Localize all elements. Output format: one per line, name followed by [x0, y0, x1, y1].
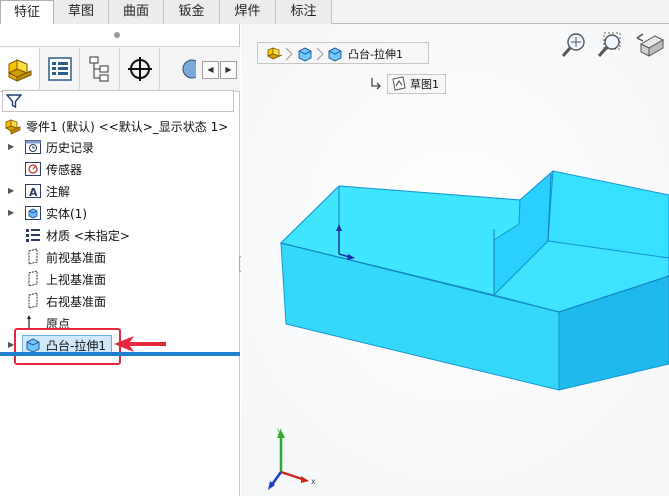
tab-scroll-arrows: ◀ ▶	[202, 61, 238, 79]
panel-tab-row: ◀ ▶	[0, 46, 240, 92]
tree-item-front-plane[interactable]: 前视基准面	[24, 247, 106, 267]
tab-features[interactable]: 特征	[0, 0, 54, 25]
material-icon	[26, 229, 40, 242]
tree-item-annotations[interactable]: A 注解	[24, 181, 70, 201]
tree-item-label: 上视基准面	[46, 272, 107, 287]
triad-x-label: x	[311, 477, 316, 486]
scroll-left-button[interactable]: ◀	[202, 61, 219, 79]
plane-icon	[28, 292, 38, 309]
tree-item-top-plane[interactable]: 上视基准面	[24, 269, 106, 289]
history-folder-icon	[25, 140, 41, 154]
configuration-tree-icon	[89, 56, 108, 81]
tree-item-label: 实体(1)	[46, 206, 87, 221]
expand-arrow[interactable]: ▶	[8, 208, 14, 217]
appearance-sphere-icon	[182, 59, 196, 78]
tree-item-label: 前视基准面	[46, 250, 107, 265]
triad-y-label: y	[277, 426, 282, 435]
tree-item-history[interactable]: 历史记录	[24, 137, 94, 157]
reference-triad: y x	[268, 426, 316, 490]
display-manager-tab[interactable]	[160, 48, 204, 89]
configuration-manager-tab[interactable]	[80, 48, 120, 89]
scroll-right-button[interactable]: ▶	[220, 61, 237, 79]
feature-manager-tab[interactable]	[0, 48, 40, 89]
tab-dimxpert[interactable]: 标注	[276, 0, 332, 24]
plane-icon	[28, 270, 38, 287]
tree-item-label: 历史记录	[46, 140, 95, 155]
highlight-box	[14, 328, 121, 365]
collapse-handle[interactable]	[114, 32, 120, 38]
tree-item-sensors[interactable]: 传感器	[24, 159, 82, 179]
tree-filter-field[interactable]	[2, 90, 234, 112]
feature-manager-panel: ◀ ▶ 零件1 (默认) <<默认>_显示状态 1> ▶ 历史记录 传感器 ▶ …	[0, 24, 240, 496]
property-manager-tab[interactable]	[40, 48, 80, 89]
part-tree-icon	[7, 58, 31, 82]
crosshair-target-icon	[127, 56, 152, 81]
sensor-icon	[25, 162, 41, 176]
tree-item-solid-bodies[interactable]: 实体(1)	[24, 203, 87, 223]
solid-bodies-icon	[25, 206, 41, 220]
tree-item-label: 材质 <未指定>	[46, 228, 130, 243]
filter-funnel-icon[interactable]	[6, 93, 22, 109]
part-icon	[5, 119, 21, 135]
tab-sheet-metal[interactable]: 钣金	[164, 0, 220, 24]
command-manager-tabs: 特征 草图 曲面 钣金 焊件 标注	[0, 0, 669, 25]
tree-item-label: 传感器	[46, 162, 83, 177]
expand-arrow[interactable]: ▶	[8, 186, 14, 195]
expand-arrow[interactable]: ▶	[8, 142, 14, 151]
tab-surfaces[interactable]: 曲面	[109, 0, 164, 24]
dimxpert-manager-tab[interactable]	[120, 48, 160, 89]
tree-root-part[interactable]: 零件1 (默认) <<默认>_显示状态 1>	[4, 116, 228, 136]
annotation-icon: A	[25, 184, 41, 199]
tree-item-label: 右视基准面	[46, 294, 107, 309]
tree-item-material[interactable]: 材质 <未指定>	[24, 225, 130, 245]
graphics-area[interactable]: 凸台-拉伸1 草图1 y x	[241, 24, 669, 496]
tree-item-label: 注解	[46, 184, 71, 199]
svg-text:A: A	[29, 186, 38, 199]
tab-sketch[interactable]: 草图	[54, 0, 109, 24]
red-arrow-icon	[114, 336, 166, 352]
property-list-icon	[47, 56, 72, 81]
tree-item-right-plane[interactable]: 右视基准面	[24, 291, 106, 311]
tab-weldments[interactable]: 焊件	[220, 0, 276, 24]
plane-icon	[28, 248, 38, 265]
tree-root-label: 零件1 (默认) <<默认>_显示状态 1>	[26, 119, 229, 134]
